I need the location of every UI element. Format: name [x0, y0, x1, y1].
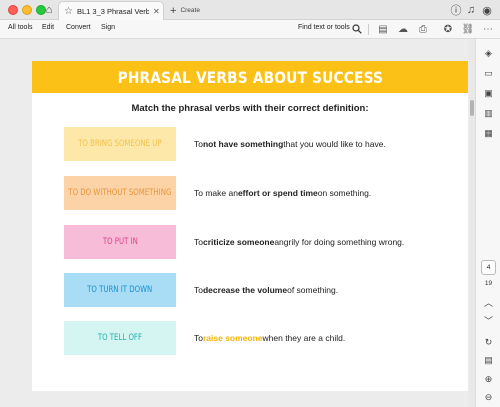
definition-prefix: To	[194, 333, 203, 343]
account-icon[interactable]: ◉	[479, 2, 495, 18]
chevron-down-icon[interactable]: ﹀	[482, 314, 495, 327]
star-icon[interactable]: ☆	[64, 6, 73, 17]
more-icon[interactable]: ⋯	[481, 22, 495, 36]
link-icon[interactable]: ⛓	[461, 22, 475, 36]
definition-text: To not have something that you would lik…	[194, 127, 386, 161]
phrasal-verb-label: TO TELL OFF	[97, 333, 143, 343]
document-page: PHRASAL VERBS ABOUT SUCCESS Match the ph…	[32, 61, 468, 391]
list-item: TO DO WITHOUT SOMETHING To make an effor…	[64, 176, 444, 210]
zoom-out-icon[interactable]: ⊖	[482, 391, 495, 404]
toolbar-divider	[368, 24, 369, 35]
definition-suffix: that you would like to have.	[283, 139, 386, 149]
list-item: TO PUT IN To criticize someone angrily f…	[64, 225, 444, 259]
window-titlebar: ⌂ ☆ BL1 3_3 Phrasal Verbs... ✕ + Create …	[0, 0, 500, 20]
definition-keyword: criticize someone	[202, 237, 275, 247]
print-icon[interactable]: ⎙	[416, 22, 430, 36]
search-icon[interactable]	[350, 22, 364, 36]
minimize-window-button[interactable]	[22, 5, 32, 15]
page-total: 19	[484, 280, 493, 287]
zoom-in-icon[interactable]: ⊕	[482, 373, 495, 386]
tab-title: BL1 3_3 Phrasal Verbs...	[76, 6, 149, 16]
definition-keyword: effort or spend time	[237, 188, 318, 198]
plus-icon: +	[170, 4, 177, 17]
phrasal-verb-label: TO BRING SOMEONE UP	[78, 139, 162, 149]
tab-document[interactable]: ☆ BL1 3_3 Phrasal Verbs... ✕	[58, 1, 164, 20]
phrasal-verb-box: TO TELL OFF	[64, 321, 176, 355]
ai-assistant-icon[interactable]: ◈	[482, 47, 495, 60]
definition-prefix: To	[194, 139, 203, 149]
menu-sign[interactable]: Sign	[101, 24, 115, 31]
scrollbar-thumb[interactable]	[470, 100, 474, 116]
phrasal-verb-label: TO PUT IN	[102, 237, 138, 247]
find-text-label[interactable]: Find text or tools	[298, 24, 350, 31]
home-icon[interactable]: ⌂	[41, 2, 57, 18]
definition-prefix: To	[194, 285, 203, 295]
close-tab-icon[interactable]: ✕	[153, 7, 160, 16]
help-icon[interactable]: ⓘ	[448, 2, 464, 18]
definition-suffix: angrily for doing something wrong.	[274, 237, 405, 247]
phrasal-verb-box: TO TURN IT DOWN	[64, 273, 176, 307]
comment-icon[interactable]: ▭	[482, 67, 495, 80]
menu-all-tools[interactable]: All tools	[8, 24, 33, 31]
list-item: TO TURN IT DOWN To decrease the volume o…	[64, 273, 444, 307]
instruction-text: Match the phrasal verbs with their corre…	[131, 103, 369, 114]
attachment-icon[interactable]: ▦	[482, 127, 495, 140]
create-tab-label: Create	[180, 7, 200, 14]
close-window-button[interactable]	[8, 5, 18, 15]
upload-icon[interactable]: ☁	[396, 22, 410, 36]
definition-text: To make an effort or spend time on somet…	[194, 176, 371, 210]
phrasal-verb-label: TO DO WITHOUT SOMETHING	[68, 188, 172, 198]
definition-suffix: on something.	[317, 188, 372, 198]
phrasal-verb-label: TO TURN IT DOWN	[87, 285, 153, 295]
list-item: TO BRING SOMEONE UP To not have somethin…	[64, 127, 444, 161]
definition-keyword-highlight: raise someone	[202, 333, 263, 343]
document-info-icon[interactable]: ▤	[482, 354, 495, 367]
definition-text: To decrease the volume of something.	[194, 273, 338, 307]
definition-keyword: decrease the volume	[202, 285, 288, 295]
page-number-input[interactable]: 4	[481, 260, 496, 275]
create-tab-button[interactable]: + Create	[170, 4, 200, 17]
phrasal-verb-box: TO DO WITHOUT SOMETHING	[64, 176, 176, 210]
phrasal-verb-box: TO BRING SOMEONE UP	[64, 127, 176, 161]
pages-icon[interactable]: ▥	[482, 107, 495, 120]
toolbar: All tools Edit Convert Sign Find text or…	[0, 20, 500, 39]
definition-text: To raise someone when they are a child.	[194, 321, 345, 355]
definition-prefix: To make an	[194, 188, 238, 198]
ai-assistant-icon[interactable]: ✪	[441, 22, 455, 36]
list-item: TO TELL OFF To raise someone when they a…	[64, 321, 444, 355]
title-banner: PHRASAL VERBS ABOUT SUCCESS	[32, 61, 468, 93]
definition-suffix: when they are a child.	[262, 333, 346, 343]
calendar-icon[interactable]: ▤	[376, 22, 390, 36]
bookmark-icon[interactable]: ▣	[482, 87, 495, 100]
menu-edit[interactable]: Edit	[42, 24, 54, 31]
definition-keyword: not have something	[202, 139, 284, 149]
right-sidebar: ◈ ▭ ▣ ▥ ▦ 4 19 ︿ ﹀ ↻ ▤ ⊕ ⊖	[475, 39, 500, 407]
definition-suffix: of something.	[287, 285, 339, 295]
definition-prefix: To	[194, 237, 203, 247]
menu-convert[interactable]: Convert	[66, 24, 91, 31]
phrasal-verb-box: TO PUT IN	[64, 225, 176, 259]
definition-text: To criticize someone angrily for doing s…	[194, 225, 404, 259]
refresh-icon[interactable]: ↻	[482, 336, 495, 349]
bell-icon[interactable]: ♫	[463, 2, 479, 18]
chevron-up-icon[interactable]: ︿	[482, 296, 495, 309]
page-title: PHRASAL VERBS ABOUT SUCCESS	[117, 67, 383, 87]
